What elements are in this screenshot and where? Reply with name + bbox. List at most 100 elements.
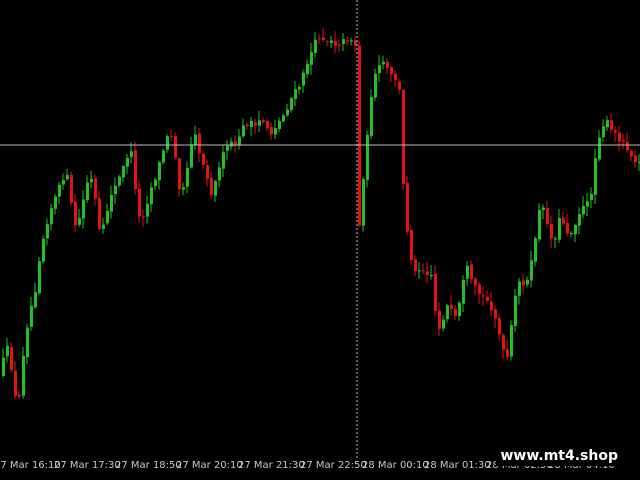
candle-body bbox=[282, 115, 285, 122]
candle-body bbox=[182, 187, 185, 190]
candle-body bbox=[166, 136, 169, 150]
candle-body bbox=[50, 208, 53, 225]
candle-body bbox=[338, 44, 341, 46]
candle-body bbox=[294, 89, 297, 99]
candle-body bbox=[550, 223, 553, 239]
candle-body bbox=[6, 345, 9, 357]
candle-body bbox=[26, 327, 29, 358]
candle-body bbox=[610, 120, 613, 130]
candle-body bbox=[462, 280, 465, 304]
candle-body bbox=[362, 179, 365, 226]
candle-body bbox=[542, 207, 545, 210]
candle-body bbox=[2, 357, 5, 376]
candle-body bbox=[370, 97, 373, 136]
candle-body bbox=[590, 194, 593, 201]
candle-body bbox=[286, 109, 289, 116]
candle-body bbox=[266, 120, 269, 129]
candle-body bbox=[58, 184, 61, 197]
candle-body bbox=[530, 260, 533, 281]
candle-body bbox=[210, 177, 213, 195]
candle-body bbox=[374, 73, 377, 98]
candle-body bbox=[214, 181, 217, 196]
candle-body bbox=[222, 152, 225, 169]
candle-body bbox=[510, 325, 513, 357]
candle-body bbox=[90, 178, 93, 183]
time-axis-label: 27 Mar 16:10 bbox=[0, 460, 61, 471]
candle-body bbox=[74, 201, 77, 226]
candle-body bbox=[390, 67, 393, 75]
candle-body bbox=[250, 120, 253, 127]
time-axis-label: 27 Mar 17:30 bbox=[54, 460, 121, 471]
candle-body bbox=[566, 223, 569, 234]
candle-body bbox=[378, 65, 381, 74]
time-axis-label: 28 Mar 00:10 bbox=[362, 460, 429, 471]
candle-body bbox=[158, 162, 161, 181]
candle-body bbox=[438, 310, 441, 329]
candle-body bbox=[594, 158, 597, 195]
candle-body bbox=[322, 37, 325, 41]
candle-body bbox=[614, 130, 617, 133]
candle-body bbox=[442, 319, 445, 329]
candle-body bbox=[490, 301, 493, 311]
candle-body bbox=[262, 120, 265, 123]
candle-body bbox=[226, 145, 229, 151]
candle-body bbox=[238, 136, 241, 145]
candle-body bbox=[574, 225, 577, 235]
candle-body bbox=[22, 355, 25, 396]
candle-body bbox=[218, 167, 221, 181]
candle-body bbox=[18, 394, 21, 397]
candle-body bbox=[470, 264, 473, 280]
candle-body bbox=[134, 150, 137, 189]
candle-body bbox=[534, 238, 537, 262]
candle-body bbox=[270, 126, 273, 135]
candle-body bbox=[126, 158, 129, 167]
candle-body bbox=[558, 218, 561, 240]
candle-body bbox=[406, 182, 409, 232]
candle-body bbox=[178, 158, 181, 190]
candle-body bbox=[622, 140, 625, 142]
candle-body bbox=[350, 40, 353, 42]
candle-body bbox=[274, 128, 277, 135]
candle-body bbox=[494, 309, 497, 319]
time-axis-label: 27 Mar 22:50 bbox=[300, 460, 367, 471]
candle-body bbox=[78, 218, 81, 225]
candle-body bbox=[54, 196, 57, 209]
candle-body bbox=[502, 335, 505, 350]
candle-body bbox=[10, 346, 13, 370]
candle-body bbox=[546, 207, 549, 224]
candle-body bbox=[410, 230, 413, 260]
candle-body bbox=[118, 176, 121, 186]
candlestick-plot[interactable] bbox=[0, 0, 640, 460]
candle-body bbox=[606, 119, 609, 128]
candle-body bbox=[202, 154, 205, 165]
candle-body bbox=[466, 265, 469, 279]
candle-body bbox=[586, 201, 589, 207]
candle-body bbox=[506, 349, 509, 358]
candle-body bbox=[86, 182, 89, 201]
candle-body bbox=[326, 41, 329, 43]
candle-body bbox=[562, 217, 565, 224]
candle-body bbox=[46, 224, 49, 239]
candle-body bbox=[386, 61, 389, 68]
candle-body bbox=[602, 126, 605, 138]
candle-body bbox=[186, 167, 189, 187]
candle-body bbox=[334, 40, 337, 46]
candle-body bbox=[310, 52, 313, 65]
watermark-text: www.mt4.shop bbox=[496, 446, 622, 466]
candle-body bbox=[230, 141, 233, 147]
candle-body bbox=[106, 211, 109, 224]
plot-background bbox=[0, 0, 640, 460]
candle-body bbox=[342, 39, 345, 44]
candle-body bbox=[174, 135, 177, 158]
price-chart[interactable]: 27 Mar 16:10 27 Mar 17:30 27 Mar 18:50 2… bbox=[0, 0, 640, 480]
candle-body bbox=[190, 144, 193, 168]
candle-body bbox=[402, 90, 405, 184]
candle-body bbox=[122, 166, 125, 178]
candle-body bbox=[526, 279, 529, 285]
candle-body bbox=[138, 188, 141, 217]
candle-body bbox=[538, 210, 541, 240]
candle-body bbox=[578, 214, 581, 226]
candle-body bbox=[418, 270, 421, 272]
candle-body bbox=[598, 137, 601, 160]
candle-body bbox=[346, 40, 349, 42]
